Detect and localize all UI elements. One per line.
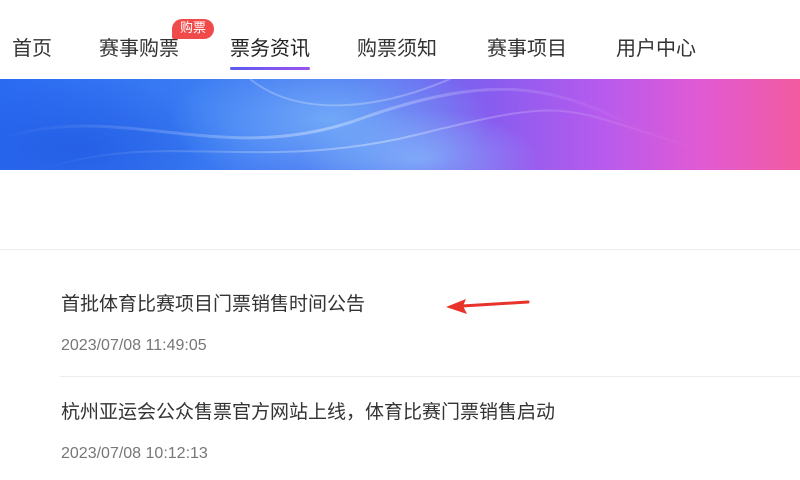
nav-item-label: 赛事项目 — [487, 36, 567, 60]
page: 首页 赛事购票 购票 票务资讯 购票须知 赛事项目 用户中心 首批体育比赛项目门… — [0, 0, 800, 480]
nav-item-home[interactable]: 首页 — [12, 34, 52, 62]
news-item-time: 2023/07/08 11:49:05 — [61, 337, 207, 354]
nav-item-label: 赛事购票 — [99, 36, 179, 60]
section-divider — [0, 249, 800, 250]
nav-item-events[interactable]: 赛事项目 — [487, 34, 567, 62]
nav-item-label: 用户中心 — [616, 36, 696, 60]
news-item-title[interactable]: 杭州亚运会公众售票官方网站上线，体育比赛门票销售启动 — [61, 399, 555, 425]
nav-item-label: 购票须知 — [357, 36, 437, 60]
nav-item-label: 票务资讯 — [230, 36, 310, 60]
header-banner — [0, 79, 800, 170]
nav-item-event-tickets[interactable]: 赛事购票 — [99, 34, 179, 62]
banner-decoration — [0, 79, 701, 170]
active-tab-underline — [230, 67, 310, 70]
news-item-time: 2023/07/08 10:12:13 — [61, 445, 208, 462]
nav-item-purchase-notice[interactable]: 购票须知 — [357, 34, 437, 62]
nav-item-label: 首页 — [12, 36, 52, 60]
top-nav: 首页 赛事购票 购票 票务资讯 购票须知 赛事项目 用户中心 — [0, 0, 800, 79]
buy-ticket-badge: 购票 — [172, 19, 215, 39]
nav-item-user-center[interactable]: 用户中心 — [616, 34, 696, 62]
news-item-title[interactable]: 首批体育比赛项目门票销售时间公告 — [61, 291, 365, 317]
nav-item-ticket-news[interactable]: 票务资讯 — [230, 34, 310, 70]
red-arrow-icon — [446, 299, 530, 314]
news-divider — [60, 376, 800, 377]
